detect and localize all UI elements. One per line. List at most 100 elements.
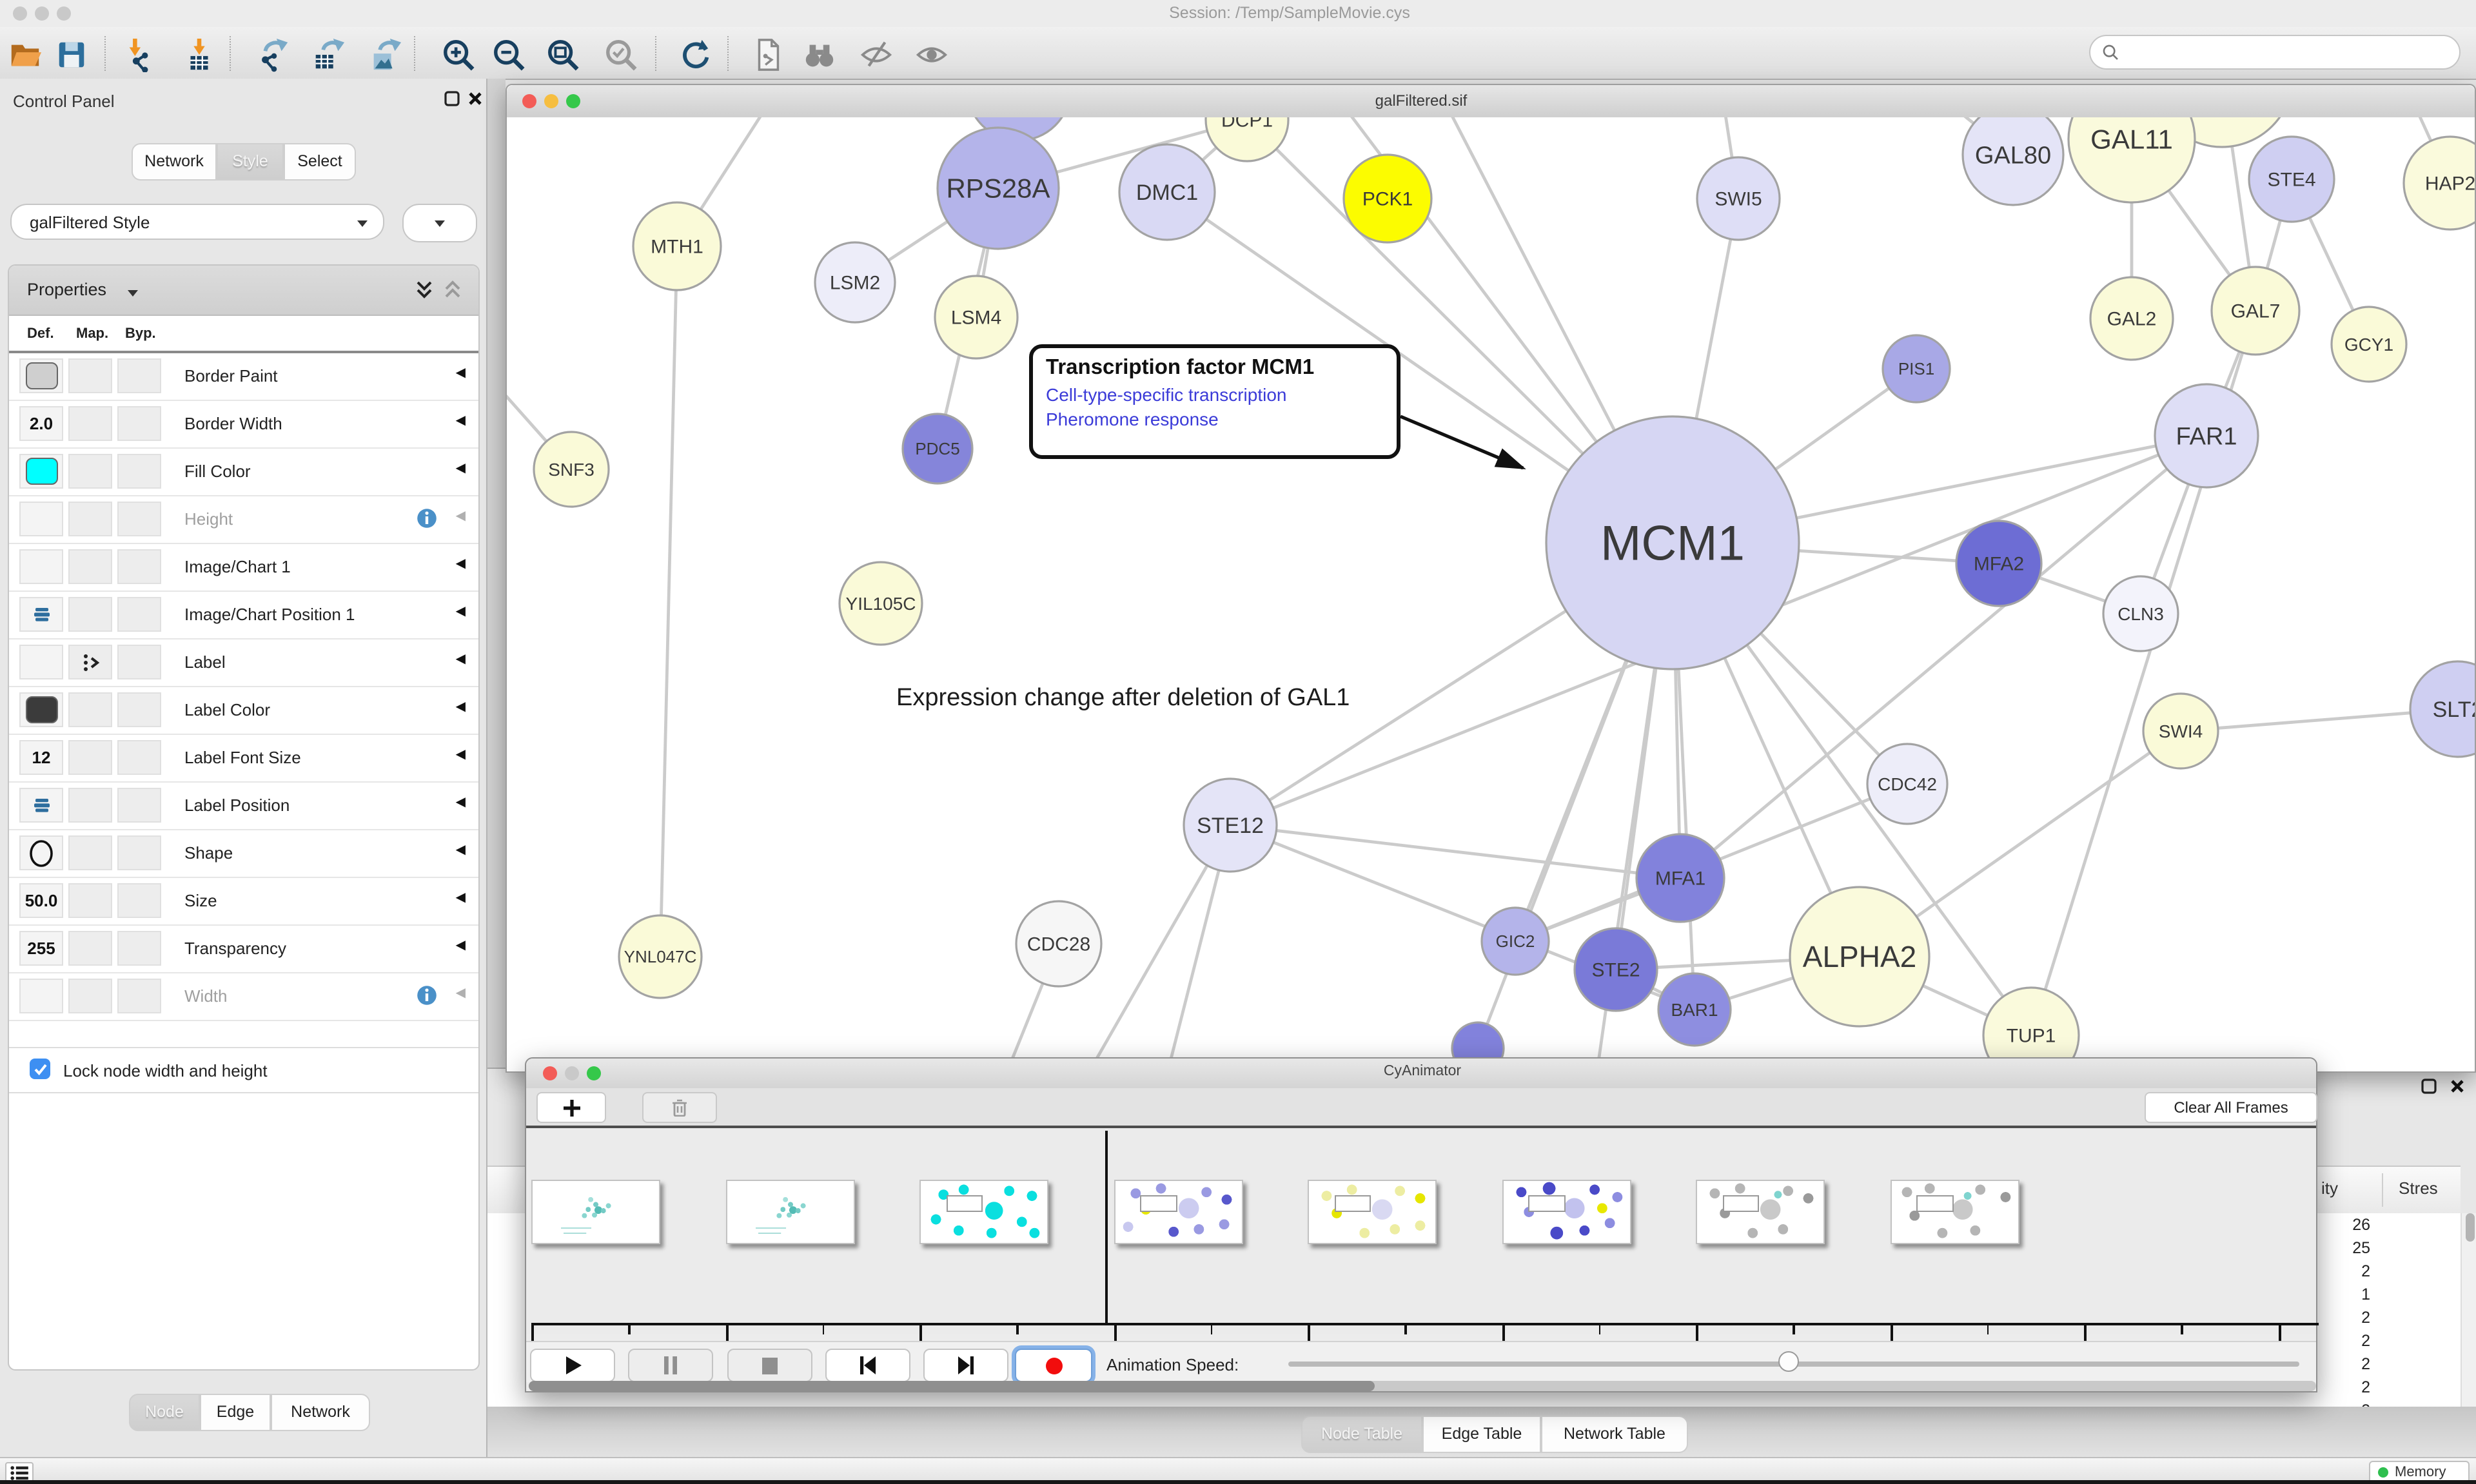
default-cell[interactable]: 12	[19, 740, 63, 775]
mapping-cell[interactable]	[68, 692, 112, 727]
zoom-cyanimator-light[interactable]	[587, 1066, 601, 1080]
mapping-cell[interactable]	[68, 549, 112, 584]
go-to-start-button[interactable]	[825, 1349, 910, 1382]
mapping-cell[interactable]	[68, 931, 112, 966]
expand-property-arrow[interactable]: ◀	[456, 414, 466, 428]
zoom-selected-icon[interactable]	[601, 35, 640, 73]
column-divider[interactable]	[2382, 1173, 2383, 1207]
properties-header[interactable]: Properties	[9, 266, 478, 316]
minimize-network-window-light[interactable]	[544, 94, 558, 108]
search-box[interactable]	[2089, 35, 2461, 70]
cyanimator-timeline[interactable]: 0123456789 Seconds	[526, 1128, 2316, 1334]
expand-property-arrow[interactable]: ◀	[456, 796, 466, 810]
default-cell[interactable]	[19, 597, 63, 632]
default-cell[interactable]	[19, 835, 63, 870]
table-row[interactable]: 2	[487, 1399, 2370, 1407]
frame-thumbnail-0[interactable]	[531, 1180, 660, 1244]
animation-speed-thumb[interactable]	[1778, 1351, 1799, 1372]
apply-layout-icon[interactable]	[676, 35, 714, 73]
default-cell[interactable]	[19, 692, 63, 727]
bypass-cell[interactable]	[117, 358, 161, 393]
clear-all-frames-button[interactable]: Clear All Frames	[2145, 1092, 2317, 1123]
play-button[interactable]	[530, 1349, 615, 1382]
property-row-height[interactable]: Height◀	[9, 496, 478, 544]
add-frame-button[interactable]	[536, 1092, 606, 1123]
expand-property-arrow[interactable]: ◀	[456, 891, 466, 905]
style-selector[interactable]: galFiltered Style	[10, 204, 384, 240]
import-table-icon[interactable]	[179, 35, 218, 73]
mapping-cell[interactable]	[68, 454, 112, 489]
column-stress[interactable]: Stres	[2399, 1178, 2438, 1198]
annotation-link[interactable]: Cell-type-specific transcription	[1046, 384, 1384, 405]
default-cell[interactable]	[19, 502, 63, 536]
expand-property-arrow[interactable]: ◀	[456, 939, 466, 953]
tab-network[interactable]: Network	[132, 143, 217, 181]
frame-thumbnail-2[interactable]	[919, 1180, 1048, 1244]
property-row-image-chart-position-1[interactable]: Image/Chart Position 1◀	[9, 592, 478, 639]
network-canvas[interactable]: RPS28ADMC1DCP1PCK1SWI5GAL80GAL11STE4HAP2…	[507, 117, 2475, 1071]
frame-thumbnail-6[interactable]	[1696, 1180, 1825, 1244]
close-cyanimator-light[interactable]	[543, 1066, 557, 1080]
mapping-cell[interactable]	[68, 502, 112, 536]
export-network-icon[interactable]	[254, 35, 293, 73]
mapping-cell[interactable]	[68, 788, 112, 823]
cyanimator-titlebar[interactable]: CyAnimator	[526, 1059, 2316, 1089]
property-row-transparency[interactable]: 255Transparency◀	[9, 926, 478, 973]
frame-thumbnail-7[interactable]	[1890, 1180, 2019, 1244]
go-to-end-button[interactable]	[923, 1349, 1008, 1382]
property-row-width[interactable]: Width◀	[9, 973, 478, 1021]
mapping-cell[interactable]	[68, 597, 112, 632]
default-cell[interactable]	[19, 549, 63, 584]
close-network-window-light[interactable]	[522, 94, 536, 108]
expand-property-arrow[interactable]: ◀	[456, 843, 466, 857]
tab-edge-table[interactable]: Edge Table	[1422, 1416, 1541, 1453]
expand-property-arrow[interactable]: ◀	[456, 366, 466, 380]
float-table-panel-icon[interactable]	[2421, 1078, 2437, 1095]
default-cell[interactable]: 2.0	[19, 406, 63, 441]
lock-checkbox[interactable]	[30, 1059, 50, 1079]
export-image-icon[interactable]	[365, 35, 404, 73]
cyanimator-horizontal-scrollbar[interactable]	[529, 1381, 2316, 1391]
frame-thumbnail-5[interactable]	[1502, 1180, 1631, 1244]
bypass-cell[interactable]	[117, 931, 161, 966]
bypass-cell[interactable]	[117, 740, 161, 775]
minimize-window-light[interactable]	[35, 6, 49, 21]
bypass-cell[interactable]	[117, 454, 161, 489]
canvas-text-annotation[interactable]: Expression change after deletion of GAL1	[896, 685, 1350, 713]
tab-network-table[interactable]: Network Table	[1541, 1416, 1688, 1453]
search-input[interactable]	[2127, 42, 2459, 63]
default-cell[interactable]: 255	[19, 931, 63, 966]
annotation-box[interactable]: Transcription factor MCM1 Cell-type-spec…	[1029, 344, 1400, 459]
zoom-fit-icon[interactable]	[543, 35, 582, 73]
bypass-cell[interactable]	[117, 883, 161, 918]
tab-style[interactable]: Style	[217, 143, 284, 181]
mapping-cell[interactable]	[68, 740, 112, 775]
frame-thumbnail-3[interactable]	[1114, 1180, 1243, 1244]
tab-node-style[interactable]: Node	[129, 1394, 200, 1431]
save-session-icon[interactable]	[52, 35, 90, 73]
bypass-cell[interactable]	[117, 692, 161, 727]
float-panel-icon[interactable]	[444, 90, 460, 107]
record-button[interactable]	[1015, 1349, 1092, 1382]
property-row-border-width[interactable]: 2.0Border Width◀	[9, 401, 478, 449]
column-connectivity[interactable]: ity	[2321, 1178, 2338, 1198]
close-table-panel-icon[interactable]	[2449, 1078, 2466, 1095]
bypass-cell[interactable]	[117, 549, 161, 584]
expand-property-arrow[interactable]: ◀	[456, 986, 466, 1001]
tab-network-style[interactable]: Network	[271, 1394, 370, 1431]
style-options-button[interactable]	[402, 204, 477, 242]
bypass-cell[interactable]	[117, 979, 161, 1013]
zoom-in-icon[interactable]	[438, 35, 477, 73]
property-row-label-font-size[interactable]: 12Label Font Size◀	[9, 735, 478, 783]
close-window-light[interactable]	[13, 6, 27, 21]
mapping-cell[interactable]	[68, 883, 112, 918]
close-panel-icon[interactable]	[467, 90, 484, 107]
network-snapshot-icon[interactable]	[748, 35, 787, 73]
bypass-cell[interactable]	[117, 597, 161, 632]
network-window-titlebar[interactable]: galFiltered.sif	[507, 85, 2475, 119]
bypass-cell[interactable]	[117, 788, 161, 823]
expand-property-arrow[interactable]: ◀	[456, 652, 466, 667]
tab-select[interactable]: Select	[284, 143, 356, 181]
default-cell[interactable]	[19, 979, 63, 1013]
mapping-cell[interactable]	[68, 979, 112, 1013]
